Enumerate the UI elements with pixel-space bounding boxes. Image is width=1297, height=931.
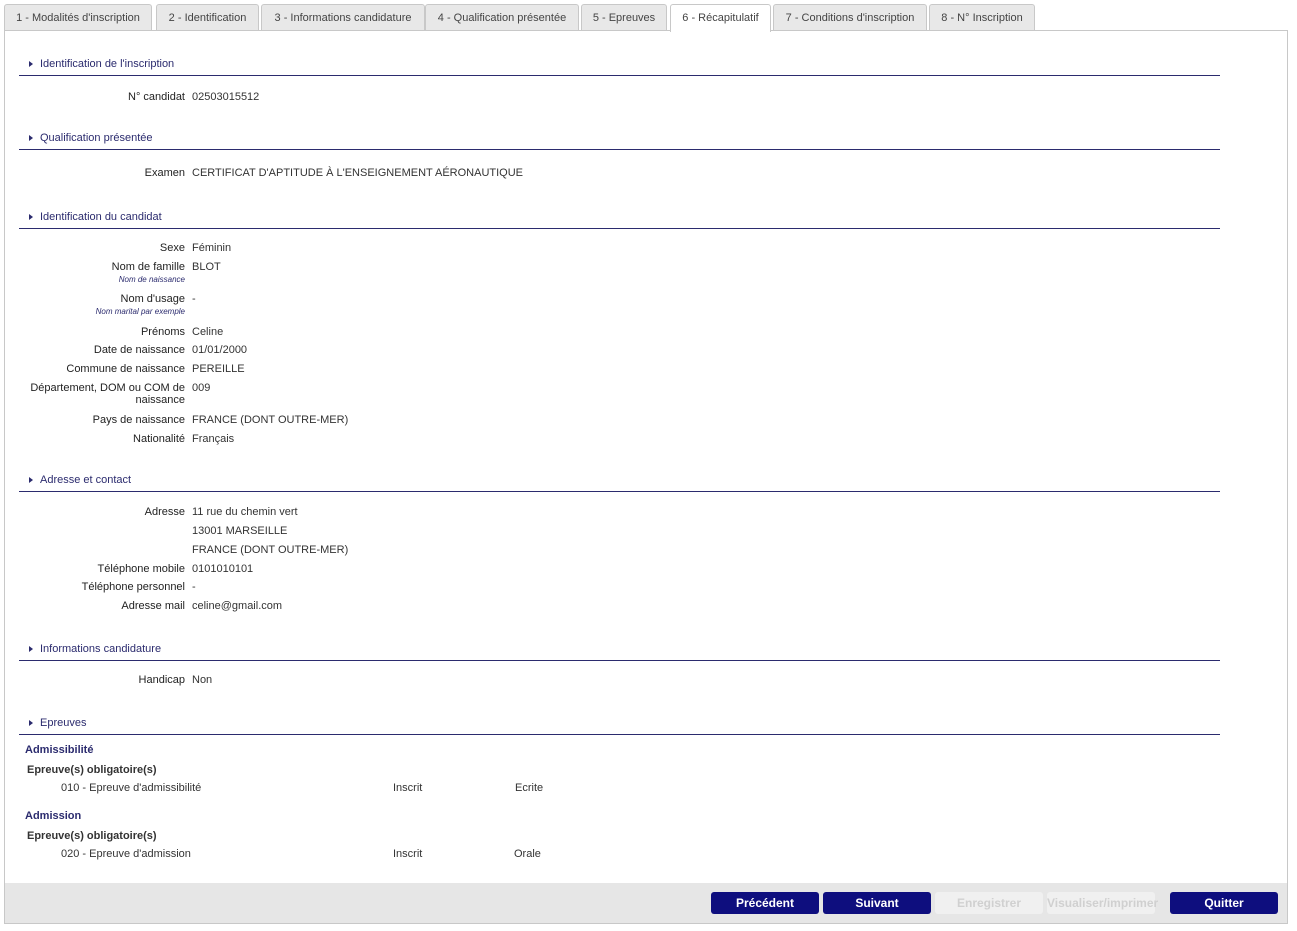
caret-right-icon bbox=[29, 476, 33, 483]
enregistrer-button[interactable]: Enregistrer bbox=[935, 892, 1043, 914]
label-nom-usage-text: Nom d'usage bbox=[120, 293, 185, 305]
tab-qualification[interactable]: 4 - Qualification présentée bbox=[425, 4, 579, 30]
value-departement-naissance: 009 bbox=[192, 382, 211, 394]
label-numero-candidat: N° candidat bbox=[128, 91, 185, 103]
tab-identification[interactable]: 2 - Identification bbox=[156, 4, 259, 30]
section-title-qualification[interactable]: Qualification présentée bbox=[19, 132, 1220, 150]
label-nom-famille: Nom de famille Nom de naissance bbox=[5, 261, 185, 284]
label-nationalite: Nationalité bbox=[133, 433, 185, 445]
value-numero-candidat: 02503015512 bbox=[192, 91, 260, 103]
label-examen: Examen bbox=[144, 167, 185, 179]
value-nationalite: Français bbox=[192, 433, 235, 445]
value-adresse-ligne1: 11 rue du chemin vert bbox=[192, 506, 298, 518]
label-sexe: Sexe bbox=[159, 242, 185, 254]
label-adresse-mail: Adresse mail bbox=[121, 600, 185, 612]
section-title-label: Epreuves bbox=[40, 717, 87, 729]
epreuve-name: 020 - Epreuve d'admission bbox=[61, 848, 191, 860]
section-title-label: Adresse et contact bbox=[40, 474, 132, 486]
epreuve-type: Ecrite bbox=[515, 782, 544, 794]
section-title-label: Identification du candidat bbox=[40, 211, 162, 223]
value-nom-famille: BLOT bbox=[192, 261, 221, 273]
label-nom-usage-hint: Nom marital par exemple bbox=[95, 307, 185, 316]
value-date-naissance: 01/01/2000 bbox=[192, 344, 248, 356]
label-date-naissance: Date de naissance bbox=[93, 344, 185, 356]
label-adresse: Adresse bbox=[144, 506, 185, 518]
heading-epreuves-obligatoires: Epreuve(s) obligatoire(s) bbox=[27, 830, 157, 842]
heading-admissibilite: Admissibilité bbox=[25, 744, 94, 756]
caret-right-icon bbox=[29, 645, 33, 652]
heading-epreuves-obligatoires: Epreuve(s) obligatoire(s) bbox=[27, 764, 157, 776]
value-examen: CERTIFICAT D'APTITUDE À L'ENSEIGNEMENT A… bbox=[192, 167, 523, 179]
label-nom-famille-text: Nom de famille bbox=[111, 261, 185, 273]
section-title-candidat[interactable]: Identification du candidat bbox=[19, 211, 1220, 229]
value-commune-naissance: PEREILLE bbox=[192, 363, 245, 375]
section-title-candidature[interactable]: Informations candidature bbox=[19, 643, 1220, 661]
epreuve-status: Inscrit bbox=[393, 782, 423, 794]
value-adresse-mail: celine@gmail.com bbox=[192, 600, 283, 612]
label-telephone-personnel: Téléphone personnel bbox=[81, 581, 185, 593]
quitter-button[interactable]: Quitter bbox=[1170, 892, 1278, 914]
tab-recapitulatif[interactable]: 6 - Récapitulatif bbox=[670, 4, 771, 32]
tab-conditions[interactable]: 7 - Conditions d'inscription bbox=[773, 4, 927, 30]
value-telephone-personnel: - bbox=[192, 581, 196, 593]
label-commune-naissance: Commune de naissance bbox=[66, 363, 185, 375]
tab-modalites[interactable]: 1 - Modalités d'inscription bbox=[4, 4, 152, 30]
section-title-inscription[interactable]: Identification de l'inscription bbox=[19, 58, 1220, 76]
label-nom-usage: Nom d'usage Nom marital par exemple bbox=[5, 293, 185, 316]
caret-right-icon bbox=[29, 213, 33, 220]
value-adresse-ligne2: 13001 MARSEILLE bbox=[192, 525, 288, 537]
visualiser-imprimer-button[interactable]: Visualiser/imprimer bbox=[1047, 892, 1158, 914]
value-pays-naissance: FRANCE (DONT OUTRE-MER) bbox=[192, 414, 349, 426]
tab-informations-candidature[interactable]: 3 - Informations candidature bbox=[261, 4, 425, 30]
tab-epreuves[interactable]: 5 - Epreuves bbox=[581, 4, 667, 30]
value-telephone-mobile: 0101010101 bbox=[192, 563, 254, 575]
value-nom-usage: - bbox=[192, 293, 196, 305]
suivant-button[interactable]: Suivant bbox=[823, 892, 931, 914]
tab-numero-inscription[interactable]: 8 - N° Inscription bbox=[929, 4, 1035, 30]
precedent-button[interactable]: Précédent bbox=[711, 892, 819, 914]
label-prenoms: Prénoms bbox=[140, 326, 185, 338]
epreuve-type: Orale bbox=[514, 848, 541, 860]
caret-right-icon bbox=[29, 719, 33, 726]
value-handicap: Non bbox=[192, 674, 213, 686]
epreuve-name: 010 - Epreuve d'admissibilité bbox=[61, 782, 202, 794]
label-telephone-mobile: Téléphone mobile bbox=[97, 563, 185, 575]
label-nom-naissance-hint: Nom de naissance bbox=[118, 275, 185, 284]
value-adresse-ligne3: FRANCE (DONT OUTRE-MER) bbox=[192, 544, 349, 556]
value-sexe: Féminin bbox=[192, 242, 232, 254]
caret-right-icon bbox=[29, 60, 33, 67]
label-handicap: Handicap bbox=[138, 674, 185, 686]
value-prenoms: Celine bbox=[192, 326, 224, 338]
heading-admission: Admission bbox=[25, 810, 82, 822]
label-pays-naissance: Pays de naissance bbox=[92, 414, 185, 426]
epreuve-status: Inscrit bbox=[393, 848, 423, 860]
recap-panel: Identification de l'inscription N° candi… bbox=[4, 30, 1288, 924]
section-title-label: Qualification présentée bbox=[40, 132, 153, 144]
section-title-label: Informations candidature bbox=[40, 643, 162, 655]
caret-right-icon bbox=[29, 134, 33, 141]
label-departement-naissance: Département, DOM ou COM de naissance bbox=[30, 382, 185, 406]
action-bar: Précédent Suivant Enregistrer Visualiser… bbox=[5, 883, 1287, 923]
section-title-adresse[interactable]: Adresse et contact bbox=[19, 474, 1220, 492]
section-title-epreuves[interactable]: Epreuves bbox=[19, 717, 1220, 735]
section-title-label: Identification de l'inscription bbox=[40, 58, 175, 70]
